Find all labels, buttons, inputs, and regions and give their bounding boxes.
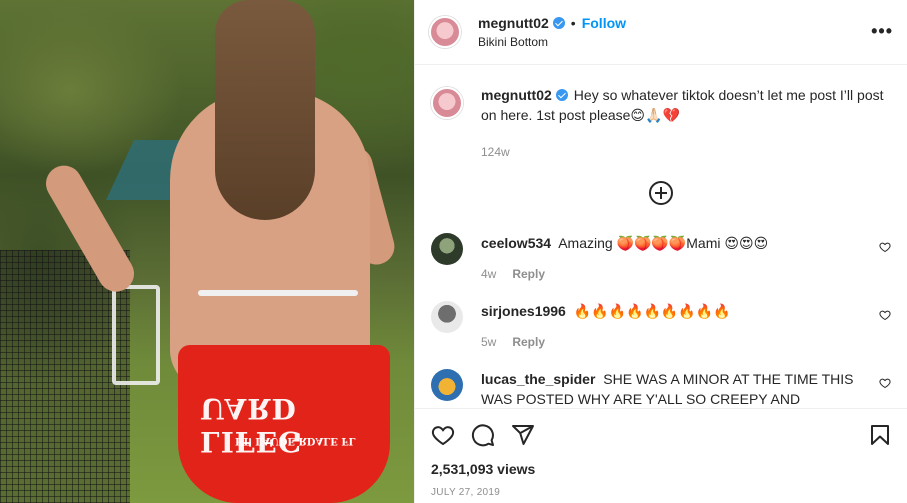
caption-avatar[interactable]	[431, 87, 463, 119]
comment-icon[interactable]	[471, 423, 495, 447]
commenter-username[interactable]: sirjones1996	[481, 303, 566, 319]
comment-text: Amazing 🍑🍑🍑🍑Mami 😍😍😍	[558, 235, 769, 251]
reply-button[interactable]: Reply	[512, 335, 545, 349]
caption-timestamp[interactable]: 124w	[481, 145, 891, 159]
comment-text: 🔥🔥🔥🔥🔥🔥🔥🔥🔥	[573, 303, 731, 319]
verified-badge-icon	[555, 89, 568, 101]
action-icons	[431, 423, 892, 447]
caption-body: megnutt02 Hey so whatever tiktok doesn’t …	[481, 85, 891, 159]
follow-button[interactable]: Follow	[582, 15, 626, 31]
plus-circle-icon[interactable]	[649, 181, 673, 205]
post-video[interactable]: LIFEG UARD FT. LAUDE RDALE FL	[0, 0, 414, 503]
comment-timestamp[interactable]: 5w	[481, 335, 496, 349]
post-caption: megnutt02 Hey so whatever tiktok doesn’t …	[431, 65, 891, 159]
post-header: megnutt02 • Follow Bikini Bottom •••	[415, 0, 907, 65]
comment-body: sirjones1996 🔥🔥🔥🔥🔥🔥🔥🔥🔥 5w Reply	[481, 301, 861, 349]
author-meta: megnutt02 • Follow Bikini Bottom	[478, 15, 626, 49]
commenter-avatar[interactable]	[431, 301, 463, 333]
caption-text-row: megnutt02 Hey so whatever tiktok doesn’t …	[481, 85, 891, 125]
caption-username[interactable]: megnutt02	[481, 87, 552, 103]
person-hair	[215, 0, 315, 220]
post-location[interactable]: Bikini Bottom	[478, 35, 626, 49]
comment-meta: 4w Reply	[481, 267, 861, 281]
view-count[interactable]: 2,531,093 views	[431, 461, 892, 477]
commenter-username[interactable]: lucas_the_spider	[481, 371, 595, 387]
author-row: megnutt02 • Follow	[478, 15, 626, 31]
post-sidebar: megnutt02 • Follow Bikini Bottom ••• meg…	[414, 0, 907, 503]
comment-body: ceelow534 Amazing 🍑🍑🍑🍑Mami 😍😍😍 4w Reply	[481, 233, 861, 281]
separator-dot: •	[570, 15, 576, 31]
commenter-username[interactable]: ceelow534	[481, 235, 551, 251]
commenter-avatar[interactable]	[431, 369, 463, 401]
comment-text-row: sirjones1996 🔥🔥🔥🔥🔥🔥🔥🔥🔥	[481, 301, 861, 321]
swimsuit-strap	[198, 290, 358, 296]
comment-item: ceelow534 Amazing 🍑🍑🍑🍑Mami 😍😍😍 4w Reply	[431, 233, 891, 281]
post-date[interactable]: JULY 27, 2019	[431, 487, 892, 498]
comment-timestamp[interactable]: 4w	[481, 267, 496, 281]
author-avatar[interactable]	[429, 16, 461, 48]
comment-text-row: lucas_the_spider SHE WAS A MINOR AT THE …	[481, 369, 861, 407]
post-actions: 2,531,093 views JULY 27, 2019	[415, 408, 907, 498]
reply-button[interactable]: Reply	[512, 267, 545, 281]
share-icon[interactable]	[511, 423, 535, 447]
comment-meta: 5w Reply	[481, 335, 861, 349]
comment-like-icon[interactable]	[879, 377, 891, 389]
shorts-print: LIFEG UARD	[200, 392, 303, 458]
comment-body: lucas_the_spider SHE WAS A MINOR AT THE …	[481, 369, 861, 407]
shorts-print-sub: FT. LAUDE RDALE FL	[235, 435, 356, 446]
comment-text-row: ceelow534 Amazing 🍑🍑🍑🍑Mami 😍😍😍	[481, 233, 861, 253]
author-username[interactable]: megnutt02	[478, 15, 549, 31]
comment-item: lucas_the_spider SHE WAS A MINOR AT THE …	[431, 369, 891, 407]
post-modal: LIFEG UARD FT. LAUDE RDALE FL megnutt02 …	[0, 0, 907, 503]
comment-like-icon[interactable]	[879, 309, 891, 321]
comments-section[interactable]: megnutt02 Hey so whatever tiktok doesn’t …	[415, 65, 907, 407]
bookmark-icon[interactable]	[868, 423, 892, 447]
more-options-icon[interactable]: •••	[871, 22, 893, 40]
commenter-avatar[interactable]	[431, 233, 463, 265]
verified-badge-icon	[552, 17, 565, 29]
comment-item: sirjones1996 🔥🔥🔥🔥🔥🔥🔥🔥🔥 5w Reply	[431, 301, 891, 349]
comment-like-icon[interactable]	[879, 241, 891, 253]
load-more-comments	[431, 181, 891, 205]
background-chair	[112, 285, 160, 385]
heart-icon[interactable]	[431, 423, 455, 447]
